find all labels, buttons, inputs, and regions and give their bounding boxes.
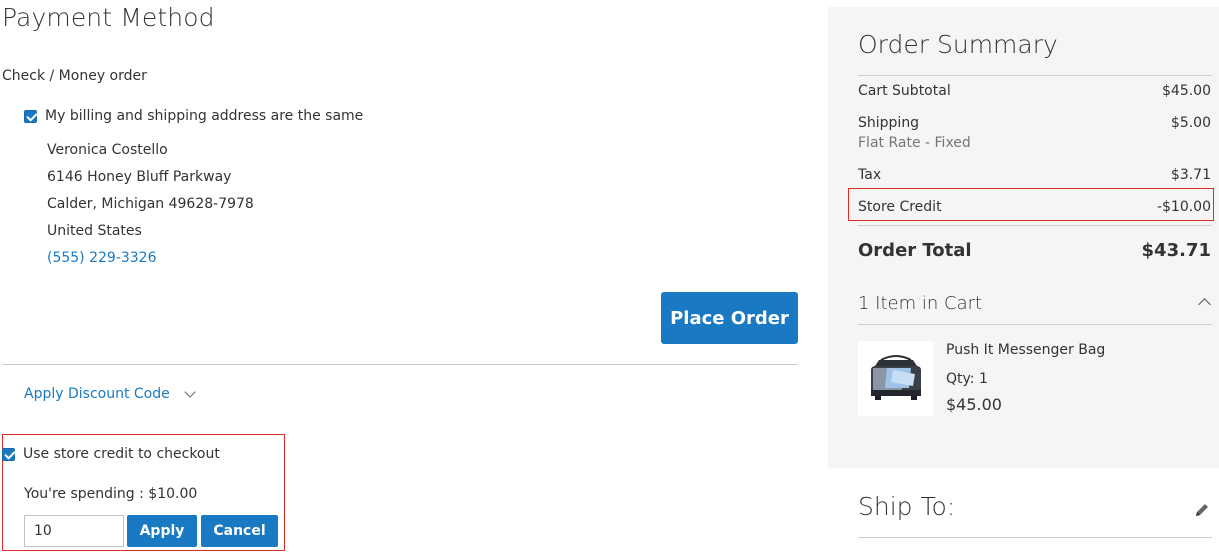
product-qty: Qty: 1	[946, 371, 988, 387]
order-summary-title: Order Summary	[858, 30, 1058, 59]
chevron-down-icon	[184, 385, 196, 398]
apply-discount-toggle[interactable]: Apply Discount Code	[24, 385, 196, 402]
shipping-label: Shipping	[858, 115, 920, 131]
cart-subtotal-value: $45.00	[1162, 83, 1211, 99]
address-city-line: Calder, Michigan 49628-7978	[47, 196, 254, 212]
store-credit-checkbox[interactable]	[2, 447, 15, 461]
product-thumbnail[interactable]	[858, 341, 933, 416]
summary-divider	[858, 225, 1212, 226]
apply-store-credit-button[interactable]: Apply	[127, 515, 197, 547]
store-credit-checkbox-row[interactable]: Use store credit to checkout	[2, 446, 220, 462]
ship-to-title: Ship To:	[858, 492, 956, 521]
address-name: Veronica Costello	[47, 142, 168, 158]
cart-subtotal-label: Cart Subtotal	[858, 83, 951, 99]
cancel-store-credit-button[interactable]: Cancel	[201, 515, 278, 547]
ship-to-divider	[858, 537, 1212, 538]
payment-method-title: Payment Method	[2, 3, 215, 32]
section-divider	[2, 364, 798, 365]
product-price: $45.00	[946, 395, 1002, 414]
address-country: United States	[47, 223, 142, 239]
messenger-bag-icon	[870, 354, 921, 400]
billing-same-checkbox[interactable]	[24, 109, 37, 123]
payment-method-option-label: Check / Money order	[2, 68, 147, 84]
store-credit-value: -$10.00	[1156, 199, 1211, 215]
apply-discount-label: Apply Discount Code	[24, 386, 170, 402]
shipping-method-text: Flat Rate - Fixed	[858, 135, 971, 151]
pencil-edit-icon[interactable]	[1193, 501, 1211, 519]
tax-value: $3.71	[1170, 167, 1211, 183]
items-divider	[858, 324, 1212, 325]
billing-same-row[interactable]: My billing and shipping address are the …	[24, 108, 363, 124]
address-phone-link[interactable]: (555) 229-3326	[47, 250, 157, 266]
summary-divider	[858, 75, 1212, 76]
address-street: 6146 Honey Bluff Parkway	[47, 169, 232, 185]
billing-same-label: My billing and shipping address are the …	[45, 108, 364, 124]
order-total-label: Order Total	[858, 240, 972, 261]
product-name[interactable]: Push It Messenger Bag	[946, 342, 1105, 358]
tax-label: Tax	[858, 167, 882, 183]
items-in-cart-toggle[interactable]: 1 Item in Cart	[858, 293, 982, 314]
store-credit-checkbox-label: Use store credit to checkout	[23, 446, 220, 462]
store-credit-label: Store Credit	[858, 199, 942, 215]
store-credit-spending-text: You're spending : $10.00	[24, 486, 198, 502]
shipping-value: $5.00	[1170, 115, 1211, 131]
store-credit-amount-input[interactable]	[24, 515, 124, 547]
order-total-value: $43.71	[1141, 240, 1211, 261]
place-order-button[interactable]: Place Order	[661, 292, 798, 344]
